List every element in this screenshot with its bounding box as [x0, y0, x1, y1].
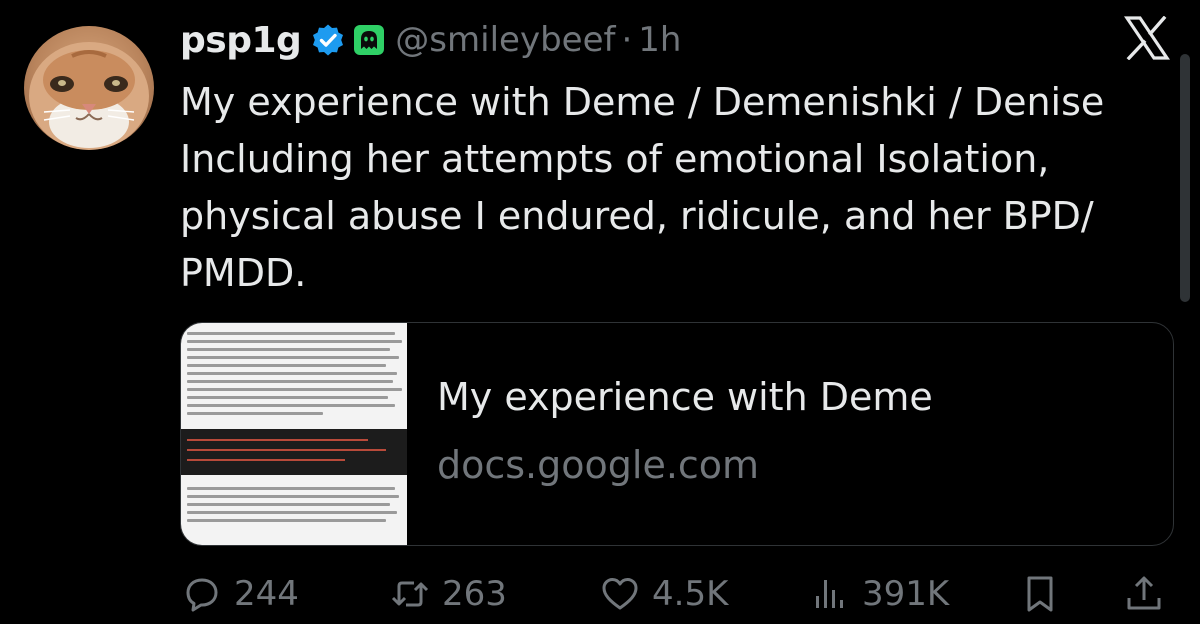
reply-icon	[186, 578, 218, 612]
reply-button[interactable]: 244	[182, 572, 299, 616]
repost-button[interactable]: 263	[390, 572, 507, 616]
link-card[interactable]: My experience with Deme docs.google.com	[180, 322, 1174, 546]
ghost-icon[interactable]	[353, 24, 385, 56]
reply-count: 244	[234, 574, 299, 614]
user-handle[interactable]: @smileybeef	[395, 20, 615, 60]
avatar[interactable]	[24, 26, 154, 150]
like-button[interactable]: 4.5K	[600, 572, 728, 616]
tweet-text-line: PMDD.	[180, 251, 307, 295]
cat-avatar-image	[29, 42, 149, 150]
repost-count: 263	[442, 574, 507, 614]
bookmark-button[interactable]	[1020, 572, 1060, 616]
share-icon	[1127, 576, 1161, 610]
bookmark-icon	[1027, 576, 1053, 612]
tweet-time[interactable]: 1h	[638, 20, 681, 60]
tweet-text-line: physical abuse I endured, ridicule, and …	[180, 194, 1094, 238]
views-button[interactable]: 391K	[810, 572, 949, 616]
tweet-header: psp1g @smileybeef · 1h	[180, 14, 681, 66]
link-card-domain: docs.google.com	[437, 443, 760, 487]
tweet-text-line: Including her attempts of emotional Isol…	[180, 137, 1050, 181]
tweet-text-line: My experience with Deme / Demenishki / D…	[180, 80, 1105, 124]
link-card-thumbnail	[181, 323, 407, 545]
verified-check-icon	[311, 23, 345, 57]
separator-dot: ·	[621, 20, 633, 60]
views-count: 391K	[862, 574, 950, 614]
display-name[interactable]: psp1g	[180, 20, 302, 61]
views-chart-icon	[816, 580, 843, 608]
tweet-text: My experience with Deme / Demenishki / D…	[180, 74, 1170, 302]
scrollbar[interactable]	[1180, 54, 1190, 302]
like-count: 4.5K	[652, 574, 729, 614]
share-button[interactable]	[1124, 572, 1164, 616]
link-card-title[interactable]: My experience with Deme	[437, 375, 933, 419]
like-heart-icon	[602, 578, 638, 610]
x-logo-icon[interactable]	[1123, 15, 1171, 61]
repost-icon	[391, 581, 429, 607]
action-bar: 244 263 4.5K 391K	[0, 566, 1200, 624]
